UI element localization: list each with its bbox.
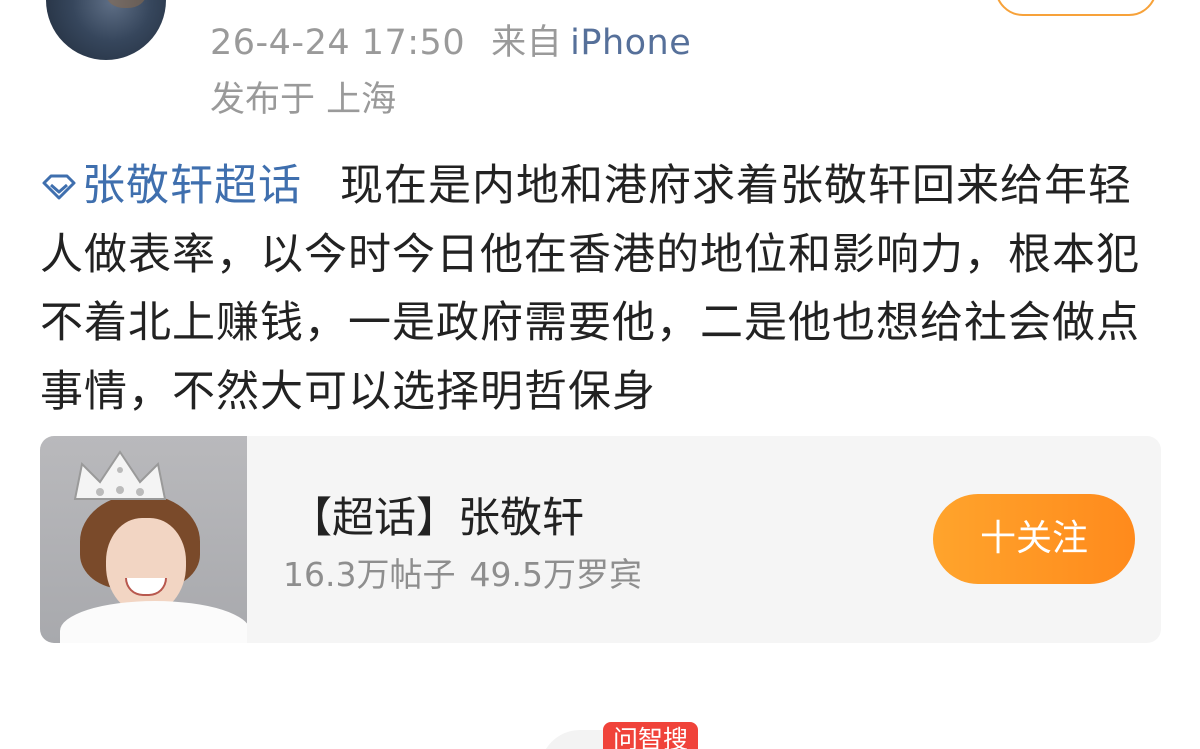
ai-search-badge[interactable]: 问智搜 <box>603 722 699 749</box>
super-topic-card[interactable]: 【超话】张敬轩 16.3万帖子 49.5万罗宾 十关注 <box>40 436 1161 643</box>
post-text: 张敬轩超话 现在是内地和港府求着张敬轩回来给年轻人做表率，以今时今日他在香港的地位… <box>40 152 1165 426</box>
follow-topic-button[interactable]: 十关注 <box>933 494 1135 584</box>
source-device[interactable]: iPhone <box>570 23 691 63</box>
diamond-topic-icon <box>40 154 78 200</box>
topic-thumbnail <box>40 436 247 643</box>
avatar-detail <box>106 0 146 8</box>
source-label: 来自 <box>491 23 563 63</box>
weibo-post-page: 26-4-24 17:50 来自 iPhone 发布于 上海 张敬轩超话 现在是内地和… <box>0 0 1200 749</box>
topic-title: 【超话】张敬轩 <box>290 493 585 542</box>
topic-link[interactable]: 张敬轩超话 <box>40 161 302 211</box>
thumb-shirt <box>60 601 247 643</box>
post-timestamp: 26-4-24 17:50 <box>210 23 466 63</box>
thumb-crown <box>73 450 167 500</box>
topic-stats: 16.3万帖子 49.5万罗宾 <box>283 548 642 596</box>
thumb-face <box>106 518 186 614</box>
post-meta: 26-4-24 17:50 来自 iPhone <box>210 14 691 63</box>
topic-link-label: 张敬轩超话 <box>82 161 302 211</box>
topic-post-count: 16.3万帖子 <box>283 555 456 594</box>
post-location: 发布于 上海 <box>210 80 397 120</box>
follow-author-button[interactable] <box>995 0 1157 16</box>
topic-member-count: 49.5万罗宾 <box>469 555 642 594</box>
author-avatar[interactable] <box>46 0 166 60</box>
